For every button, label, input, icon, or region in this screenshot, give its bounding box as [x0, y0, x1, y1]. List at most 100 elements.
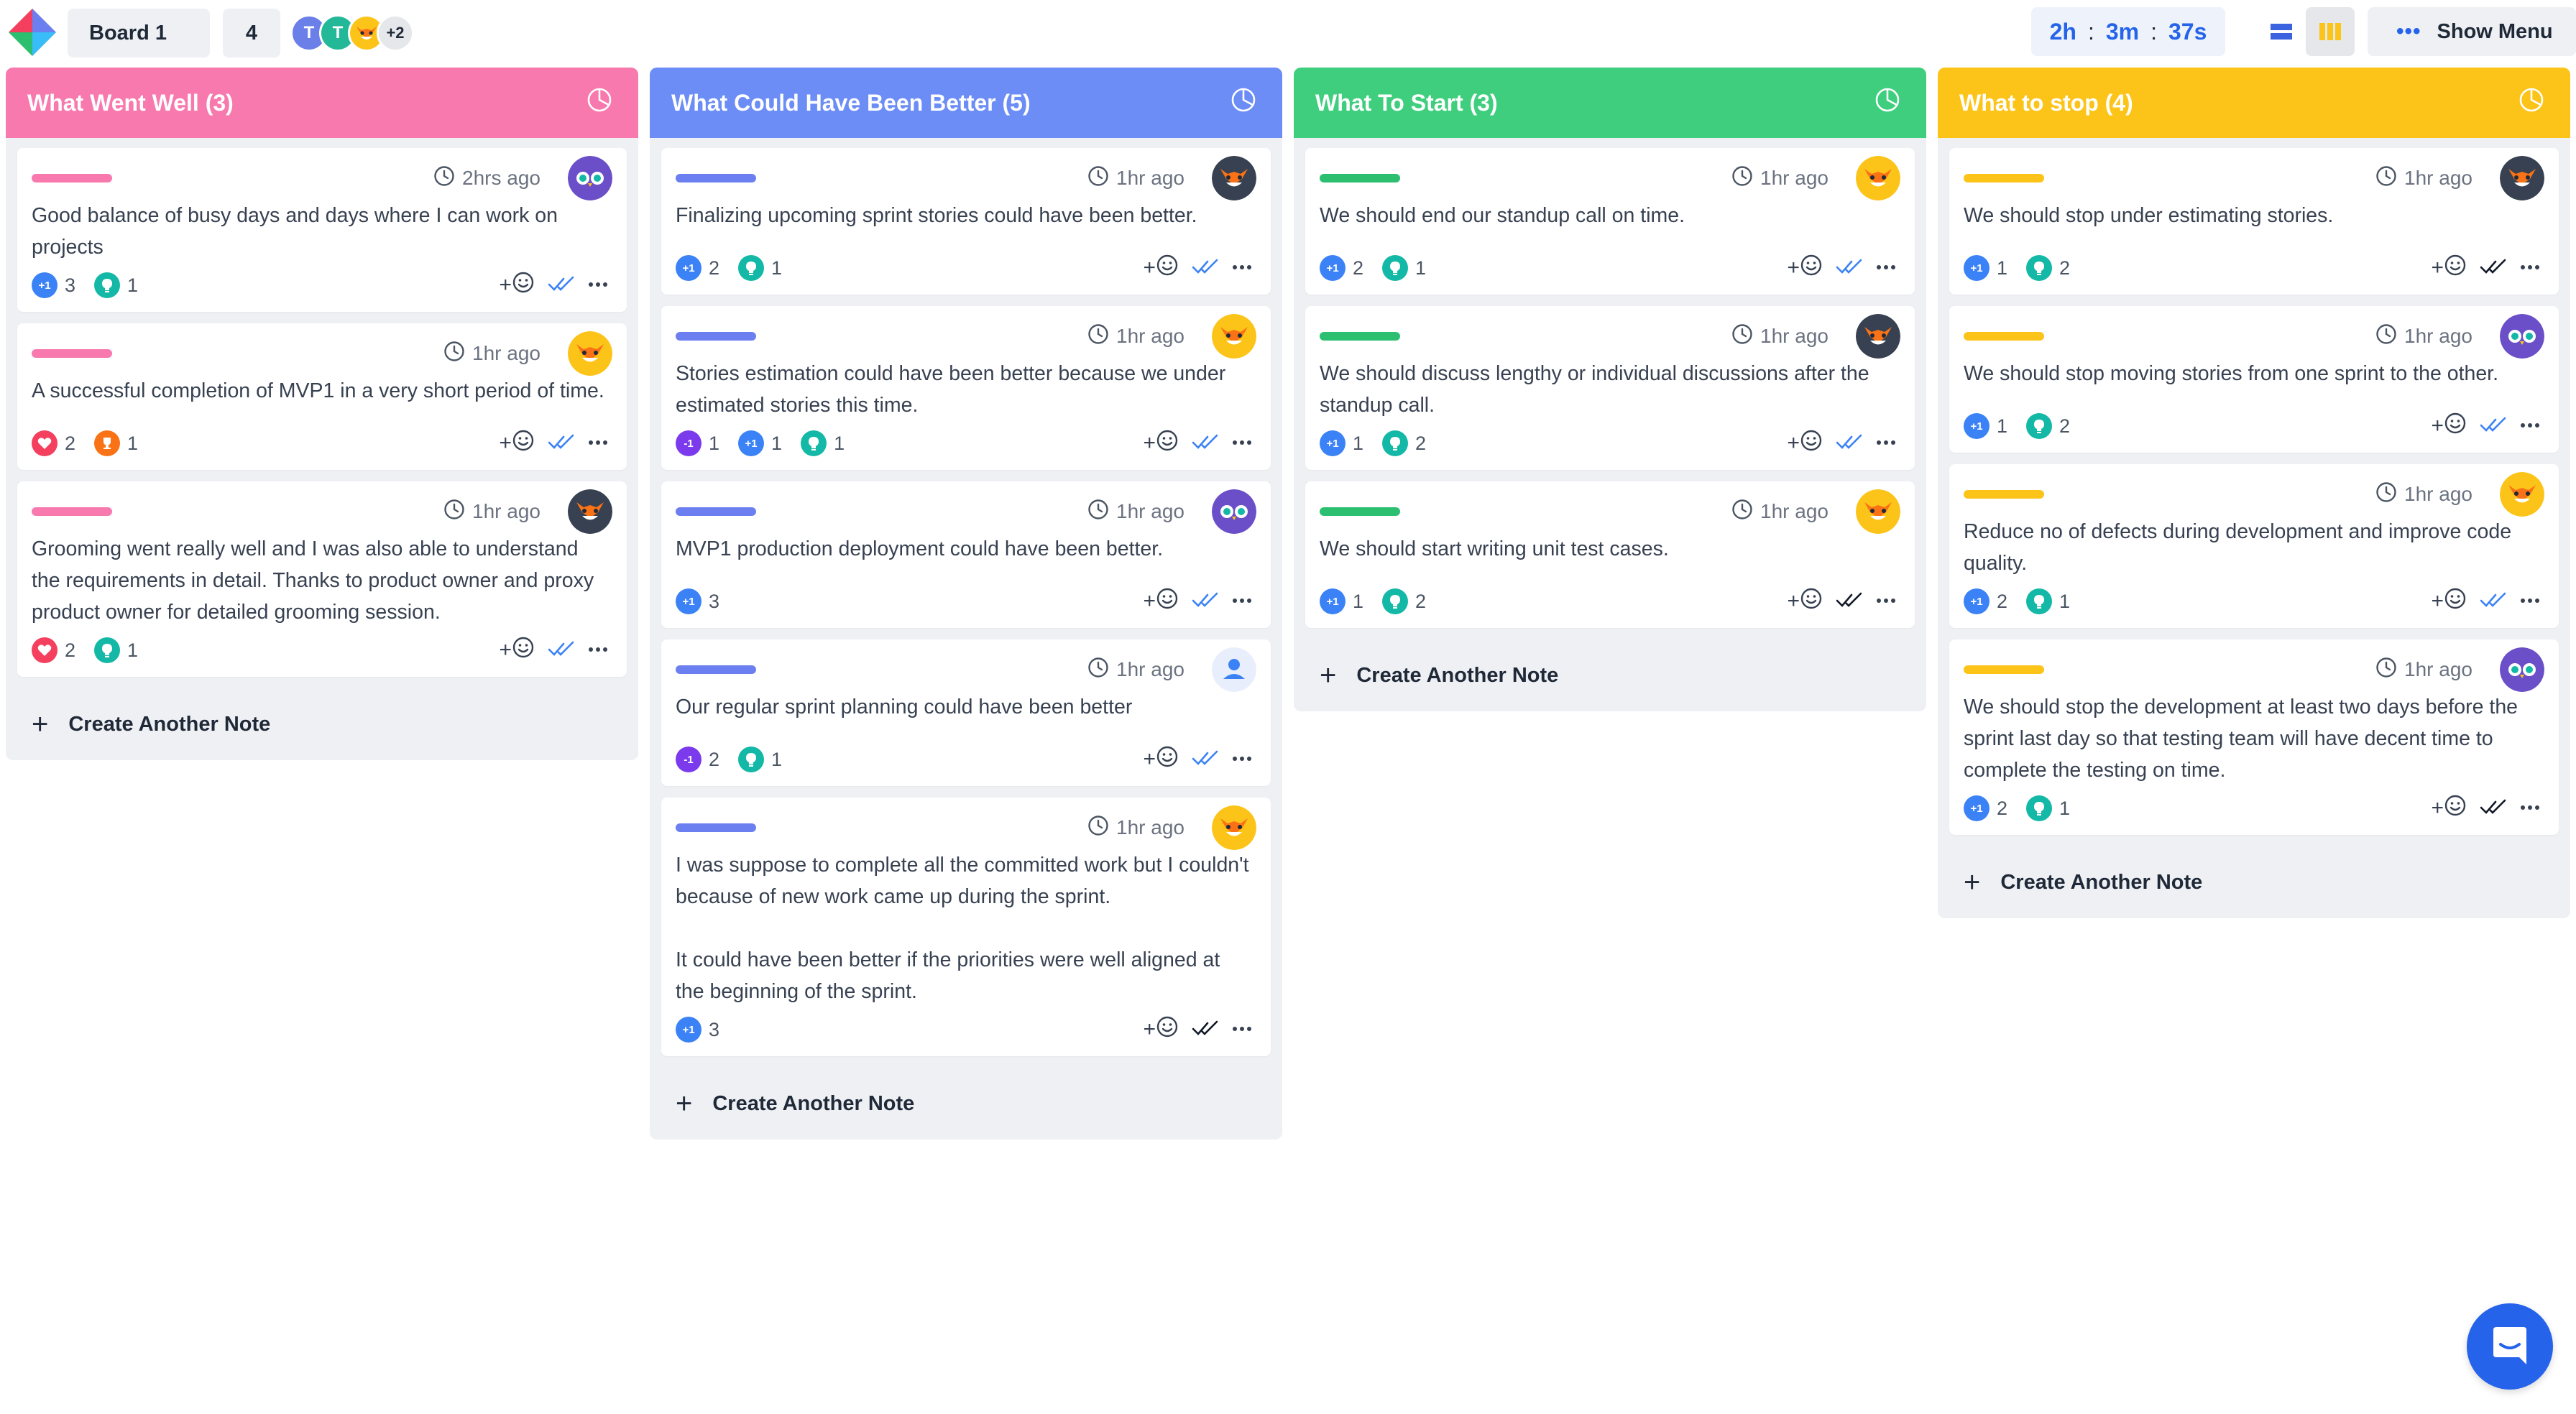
create-note-button[interactable]: + Create Another Note: [1938, 846, 2570, 918]
reaction-plus1[interactable]: +1 2: [1964, 588, 2007, 614]
note-text[interactable]: I was suppose to complete all the commit…: [676, 849, 1256, 1007]
create-note-button[interactable]: + Create Another Note: [1294, 639, 1926, 711]
reaction-bulb[interactable]: 1: [94, 637, 138, 663]
add-reaction-button[interactable]: +: [2431, 254, 2467, 282]
reaction-bulb[interactable]: 1: [801, 430, 845, 456]
add-reaction-button[interactable]: +: [499, 271, 535, 300]
read-receipt-icon[interactable]: [2480, 258, 2507, 279]
add-reaction-button[interactable]: +: [499, 636, 535, 665]
more-options-icon[interactable]: [2520, 802, 2540, 815]
reaction-bulb[interactable]: 1: [738, 255, 782, 281]
add-reaction-button[interactable]: +: [1143, 254, 1179, 282]
reaction-plus1[interactable]: +1 3: [676, 1017, 719, 1043]
note-text[interactable]: Good balance of busy days and days where…: [32, 200, 612, 263]
read-receipt-icon[interactable]: [2480, 416, 2507, 437]
add-reaction-button[interactable]: +: [1787, 254, 1823, 282]
note-card[interactable]: 2hrs ago Good balance of busy days and d…: [17, 148, 627, 312]
show-menu-button[interactable]: ••• Show Menu: [2368, 7, 2576, 56]
more-options-icon[interactable]: [588, 437, 608, 450]
reaction-plus1[interactable]: +1 1: [1320, 430, 1363, 456]
app-logo-icon[interactable]: [7, 7, 58, 57]
chat-support-button[interactable]: [2467, 1303, 2553, 1390]
column-title[interactable]: What to stop (4): [1959, 90, 2133, 116]
add-reaction-button[interactable]: +: [499, 429, 535, 458]
note-card[interactable]: 1hr ago I was suppose to complete all th…: [661, 798, 1271, 1056]
read-receipt-icon[interactable]: [1836, 433, 1863, 454]
reaction-minus1[interactable]: -1 2: [676, 747, 719, 772]
reaction-plus1[interactable]: +1 1: [738, 430, 782, 456]
note-text[interactable]: MVP1 production deployment could have be…: [676, 533, 1256, 579]
create-note-button[interactable]: + Create Another Note: [6, 688, 638, 760]
more-options-icon[interactable]: [2520, 595, 2540, 608]
more-options-icon[interactable]: [1232, 753, 1252, 766]
read-receipt-icon[interactable]: [1836, 591, 1863, 612]
read-receipt-icon[interactable]: [2480, 591, 2507, 612]
read-receipt-icon[interactable]: [1836, 258, 1863, 279]
add-reaction-button[interactable]: +: [1143, 429, 1179, 458]
more-options-icon[interactable]: [1232, 262, 1252, 274]
more-options-icon[interactable]: [1876, 262, 1896, 274]
participant-count[interactable]: 4: [223, 9, 280, 57]
read-receipt-icon[interactable]: [2480, 798, 2507, 819]
read-receipt-icon[interactable]: [1192, 591, 1219, 612]
reaction-plus1[interactable]: +1 3: [32, 272, 75, 298]
reaction-bulb[interactable]: 2: [2026, 413, 2070, 439]
reaction-trophy[interactable]: 1: [94, 430, 138, 456]
add-reaction-button[interactable]: +: [2431, 587, 2467, 616]
note-text[interactable]: We should stop under estimating stories.: [1964, 200, 2544, 246]
reaction-bulb[interactable]: 2: [1382, 588, 1426, 614]
board-name-button[interactable]: Board 1: [68, 9, 210, 57]
note-card[interactable]: 1hr ago MVP1 production deployment could…: [661, 481, 1271, 628]
add-reaction-button[interactable]: +: [1787, 429, 1823, 458]
note-card[interactable]: 1hr ago We should discuss lengthy or ind…: [1305, 306, 1915, 470]
note-card[interactable]: 1hr ago Grooming went really well and I …: [17, 481, 627, 677]
add-reaction-button[interactable]: +: [2431, 794, 2467, 823]
note-card[interactable]: 1hr ago We should stop under estimating …: [1949, 148, 2559, 295]
note-text[interactable]: Reduce no of defects during development …: [1964, 516, 2544, 579]
more-participants-badge[interactable]: +2: [377, 14, 414, 52]
column-timer-icon[interactable]: [2517, 86, 2546, 120]
column-timer-icon[interactable]: [1873, 86, 1902, 120]
reaction-plus1[interactable]: +1 1: [1964, 255, 2007, 281]
board-view-button[interactable]: [2306, 7, 2355, 56]
column-title[interactable]: What Went Well (3): [27, 90, 234, 116]
read-receipt-icon[interactable]: [548, 640, 575, 661]
reaction-plus1[interactable]: +1 2: [1320, 255, 1363, 281]
column-title[interactable]: What To Start (3): [1315, 90, 1498, 116]
add-reaction-button[interactable]: +: [1787, 587, 1823, 616]
reaction-bulb[interactable]: 2: [1382, 430, 1426, 456]
add-reaction-button[interactable]: +: [1143, 745, 1179, 774]
participant-avatars[interactable]: T T +2: [290, 14, 414, 52]
note-text[interactable]: Finalizing upcoming sprint stories could…: [676, 200, 1256, 246]
read-receipt-icon[interactable]: [548, 275, 575, 296]
note-text[interactable]: We should start writing unit test cases.: [1320, 533, 1900, 579]
more-options-icon[interactable]: [1876, 437, 1896, 450]
note-text[interactable]: We should discuss lengthy or individual …: [1320, 358, 1900, 421]
reaction-bulb[interactable]: 1: [2026, 795, 2070, 821]
note-card[interactable]: 1hr ago Finalizing upcoming sprint stori…: [661, 148, 1271, 295]
more-options-icon[interactable]: [1232, 595, 1252, 608]
read-receipt-icon[interactable]: [548, 433, 575, 454]
note-text[interactable]: We should stop moving stories from one s…: [1964, 358, 2544, 404]
note-card[interactable]: 1hr ago A successful completion of MVP1 …: [17, 323, 627, 470]
read-receipt-icon[interactable]: [1192, 258, 1219, 279]
more-options-icon[interactable]: [1232, 1023, 1252, 1036]
note-text[interactable]: Our regular sprint planning could have b…: [676, 691, 1256, 737]
read-receipt-icon[interactable]: [1192, 433, 1219, 454]
reaction-plus1[interactable]: +1 1: [1320, 588, 1363, 614]
note-card[interactable]: 1hr ago We should start writing unit tes…: [1305, 481, 1915, 628]
add-reaction-button[interactable]: +: [2431, 412, 2467, 440]
column-timer-icon[interactable]: [585, 86, 614, 120]
note-text[interactable]: Grooming went really well and I was also…: [32, 533, 612, 628]
note-text[interactable]: We should stop the development at least …: [1964, 691, 2544, 786]
reaction-plus1[interactable]: +1 2: [676, 255, 719, 281]
column-title[interactable]: What Could Have Been Better (5): [671, 90, 1031, 116]
note-card[interactable]: 1hr ago Our regular sprint planning coul…: [661, 639, 1271, 786]
more-options-icon[interactable]: [588, 279, 608, 292]
reaction-heart[interactable]: 2: [32, 430, 75, 456]
more-options-icon[interactable]: [1232, 437, 1252, 450]
note-text[interactable]: A successful completion of MVP1 in a ver…: [32, 375, 612, 421]
reaction-plus1[interactable]: +1 2: [1964, 795, 2007, 821]
reaction-bulb[interactable]: 2: [2026, 255, 2070, 281]
read-receipt-icon[interactable]: [1192, 749, 1219, 770]
